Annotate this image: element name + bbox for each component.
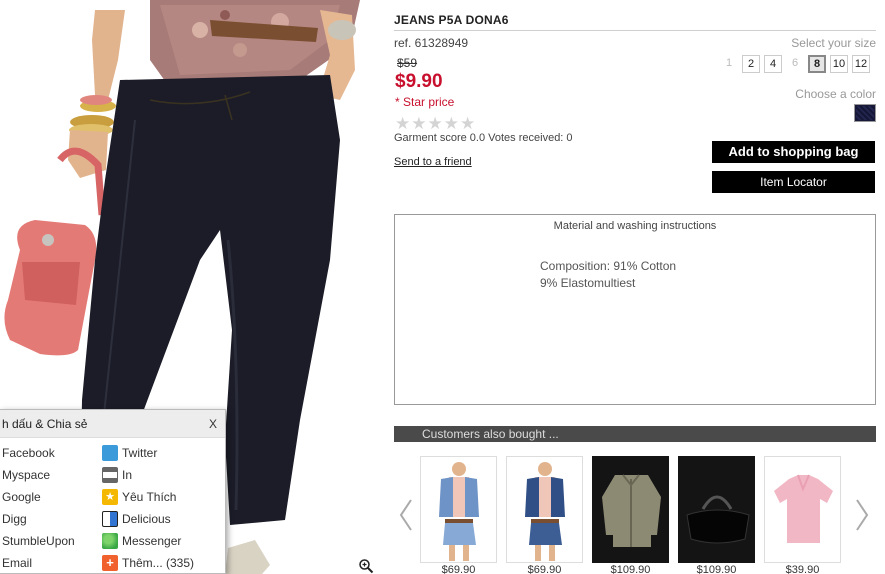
also-bought-price: $69.90 [441, 564, 476, 574]
share-twitter-link[interactable]: Twitter [102, 442, 194, 464]
also-bought-item[interactable] [764, 456, 841, 563]
share-label: Thêm... (335) [122, 556, 195, 570]
also-bought-price: $109.90 [610, 564, 651, 574]
share-more-link[interactable]: + Thêm... (335) [102, 552, 194, 574]
also-bought-item[interactable] [678, 456, 755, 563]
color-swatch[interactable] [854, 104, 876, 122]
share-digg-link[interactable]: Digg [2, 508, 75, 530]
composition-line: Composition: 91% Cotton [540, 259, 677, 273]
share-popup-title: h dấu & Chia sẻ [2, 417, 88, 431]
share-messenger-link[interactable]: Messenger [102, 530, 194, 552]
pink-polo-shirt-icon [774, 474, 833, 543]
share-google-link[interactable]: Google [2, 486, 75, 508]
share-label: Delicious [122, 512, 171, 526]
product-ref: ref. 61328949 [394, 36, 469, 50]
size-option-6: 6 [791, 57, 799, 69]
delicious-icon [102, 511, 118, 527]
rating-stars[interactable]: ★ ★ ★ ★ ★ [395, 115, 475, 132]
product-title: JEANS P5A DONA6 [394, 13, 509, 27]
share-favorite-link[interactable]: ★ Yêu Thích [102, 486, 194, 508]
color-label: Choose a color [795, 87, 876, 101]
add-to-bag-button[interactable]: Add to shopping bag [712, 141, 875, 163]
carousel-prev-icon[interactable] [399, 498, 413, 532]
material-panel: Material and washing instructions Compos… [394, 214, 876, 405]
also-bought-header: Customers also bought ... [394, 426, 876, 442]
garment-score: Garment score 0.0 Votes received: 0 [394, 132, 573, 144]
denim-vest-outfit-icon [439, 462, 479, 561]
share-left-column: Facebook Myspace Google Digg StumbleUpon… [2, 442, 75, 574]
also-bought-price: $69.90 [527, 564, 562, 574]
share-popup: h dấu & Chia sẻ X Facebook Myspace Googl… [0, 409, 226, 574]
sale-price: $9.90 [395, 71, 443, 92]
also-bought-item[interactable] [592, 456, 669, 563]
khaki-jacket-icon [602, 474, 661, 547]
share-email-link[interactable]: Email [2, 552, 75, 574]
also-bought-item[interactable] [420, 456, 497, 563]
star-icon[interactable]: ★ [411, 115, 426, 132]
size-option-10[interactable]: 10 [830, 55, 848, 73]
close-button[interactable]: X [209, 410, 217, 438]
size-option-2[interactable]: 2 [742, 55, 760, 73]
black-duffel-bag-icon [686, 495, 750, 544]
old-price: $59 [397, 56, 418, 70]
share-delicious-link[interactable]: Delicious [102, 508, 194, 530]
messenger-icon [102, 533, 118, 549]
star-icon[interactable]: ★ [444, 115, 459, 132]
size-option-12[interactable]: 12 [852, 55, 870, 73]
send-to-friend-link[interactable]: Send to a friend [394, 156, 472, 168]
share-facebook-link[interactable]: Facebook [2, 442, 75, 464]
share-label: Twitter [122, 446, 158, 460]
star-icon[interactable]: ★ [460, 115, 475, 132]
size-option-1: 1 [725, 57, 733, 69]
also-bought-price: $39.90 [785, 564, 820, 574]
share-right-column: Twitter In ★ Yêu Thích Delicious Messeng… [102, 442, 194, 574]
share-label: In [122, 468, 133, 482]
size-option-4[interactable]: 4 [764, 55, 782, 73]
share-stumbleupon-link[interactable]: StumbleUpon [2, 530, 75, 552]
material-title: Material and washing instructions [553, 220, 717, 232]
composition-line: 9% Elastomultiest [540, 276, 636, 290]
size-label: Select your size [791, 36, 876, 50]
composition: Composition: 91% Cotton 9% Elastomulties… [540, 258, 676, 292]
more-plus-icon: + [102, 555, 118, 571]
share-print-link[interactable]: In [102, 464, 194, 486]
also-bought-item[interactable] [506, 456, 583, 563]
title-divider [394, 30, 876, 31]
star-price-label: * Star price [395, 95, 455, 109]
share-myspace-link[interactable]: Myspace [2, 464, 75, 486]
share-popup-header: h dấu & Chia sẻ X [0, 410, 225, 438]
carousel-next-icon[interactable] [855, 498, 869, 532]
favorite-star-icon: ★ [102, 489, 118, 505]
star-icon[interactable]: ★ [395, 115, 410, 132]
size-option-8[interactable]: 8 [808, 55, 826, 73]
size-selector: 1 2 4 6 8 10 12 [720, 55, 870, 73]
share-label: Yêu Thích [122, 490, 177, 504]
denim-vest-outfit-icon [525, 462, 565, 561]
print-icon [102, 467, 118, 483]
item-locator-button[interactable]: Item Locator [712, 171, 875, 193]
star-icon[interactable]: ★ [428, 115, 443, 132]
share-label: Messenger [122, 534, 182, 548]
zoom-icon[interactable] [358, 558, 374, 574]
also-bought-price: $109.90 [696, 564, 737, 574]
twitter-icon [102, 445, 118, 461]
